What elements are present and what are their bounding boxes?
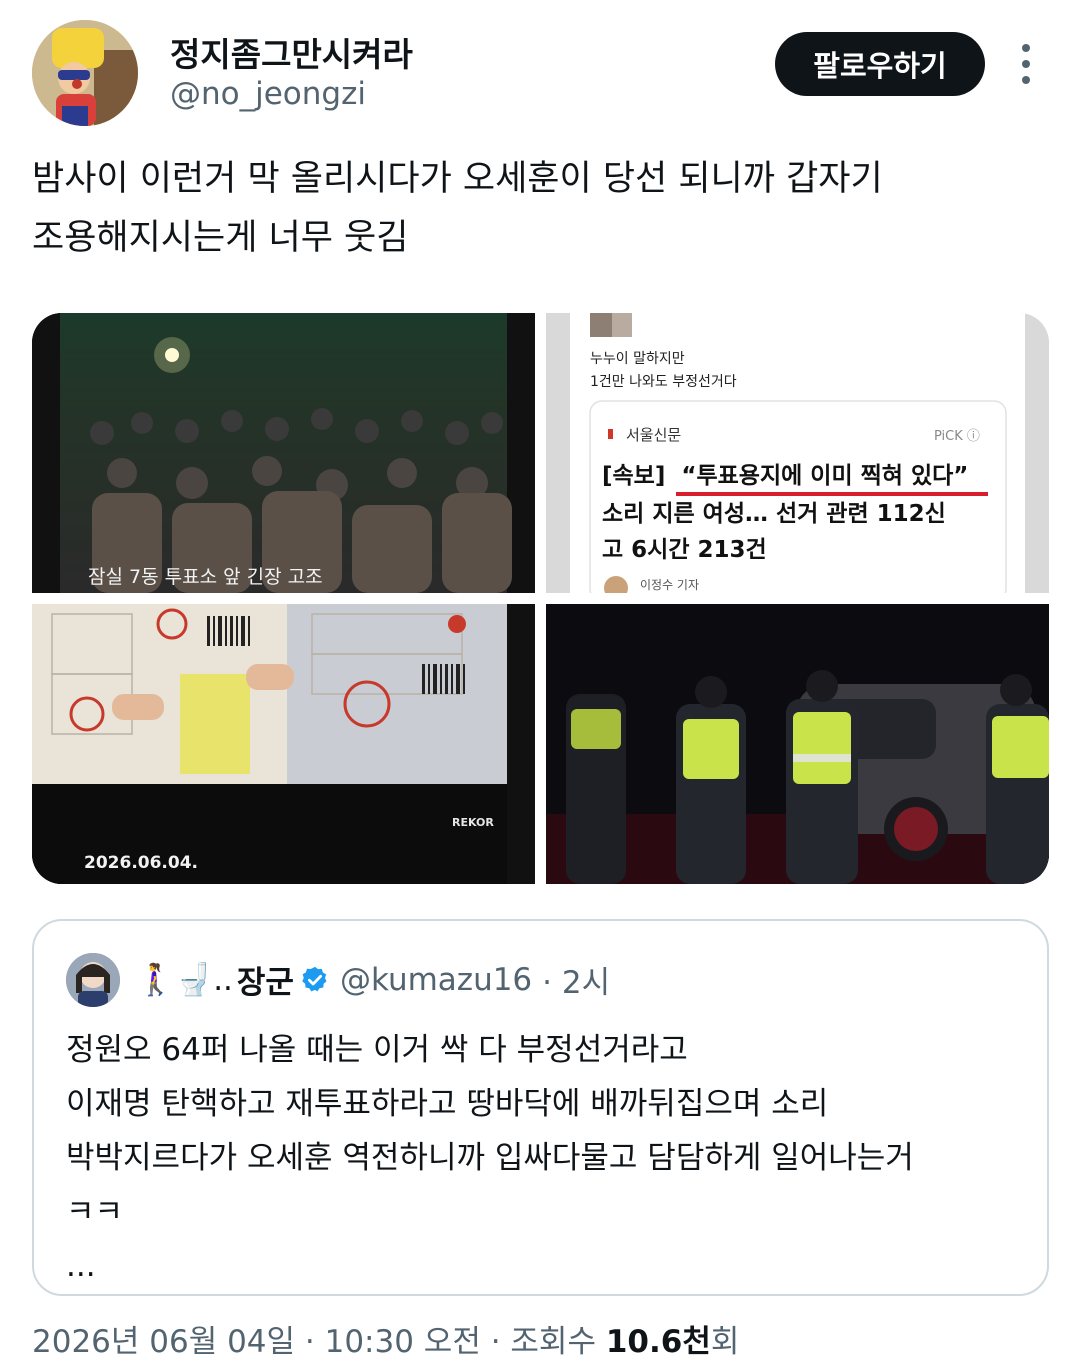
svg-text:[속보] “투표용지에 이미 찍혀 있다”: [속보] “투표용지에 이미 찍혀 있다” bbox=[602, 463, 968, 489]
view-count-suffix: 회 bbox=[710, 1324, 740, 1360]
follow-button[interactable]: 팔로우하기 bbox=[775, 32, 985, 96]
image-caption: 잠실 7동 투표소 앞 긴장 고조 bbox=[88, 566, 323, 588]
tweet-text: 밤사이 이런거 막 올리시다가 오세훈이 당선 되니까 갑자기 조용해지시는게 … bbox=[32, 150, 1042, 268]
verified-badge-icon bbox=[300, 965, 330, 995]
media-image-news-capture[interactable]: 누누이 말하지만 1건만 나와도 부정선거다 서울신문 PiCK ⓘ [속보] … bbox=[546, 313, 1049, 593]
media-image-crowd[interactable]: 잠실 7동 투표소 앞 긴장 고조 bbox=[32, 313, 535, 593]
media-image-police[interactable] bbox=[546, 604, 1049, 884]
quoted-tweet[interactable]: 🚶‍♀️🚽.. 장군 @kumazu16 · 2시 정원오 64퍼 나올 때는 … bbox=[32, 919, 1049, 1296]
media-image-ballots[interactable]: REKOR 2026.06.04. bbox=[32, 604, 535, 884]
news-headline-line: 고 6시간 213건 bbox=[602, 537, 767, 563]
news-pick-label: PiCK ⓘ bbox=[934, 429, 980, 444]
author-display-name[interactable]: 정지좀그만시켜라 bbox=[170, 28, 413, 76]
quote-text-line: ... bbox=[66, 1248, 96, 1284]
quote-text-line: 이재명 탄핵하고 재투표하라고 땅바닥에 배까뒤집으며 소리 bbox=[66, 1086, 829, 1122]
tweet-meta: 2026년 06월 04일 · 10:30 오전 · 조회수 10.6천회 bbox=[32, 1316, 739, 1361]
view-count: 10.6천 bbox=[605, 1324, 711, 1360]
quote-avatar[interactable] bbox=[66, 953, 120, 1007]
author-avatar[interactable] bbox=[32, 20, 138, 126]
news-post-line: 누누이 말하지만 bbox=[590, 351, 685, 367]
tweet-text-line: 밤사이 이런거 막 올리시다가 오세훈이 당선 되니까 갑자기 bbox=[32, 159, 883, 199]
rekor-logo: REKOR bbox=[452, 816, 494, 829]
quote-author-handle[interactable]: @kumazu16 bbox=[340, 962, 532, 998]
quote-time[interactable]: · 2시 bbox=[542, 957, 610, 1002]
news-post-line: 1건만 나와도 부정선거다 bbox=[590, 374, 737, 390]
image-date: 2026.06.04. bbox=[84, 853, 198, 873]
tweet-text-line: 조용해지시는게 너무 웃김 bbox=[32, 218, 409, 258]
quote-text-line: ㅋㅋ bbox=[66, 1194, 124, 1230]
news-headline-tag: [속보] bbox=[602, 463, 665, 489]
media-grid: 잠실 7동 투표소 앞 긴장 고조 누누이 말하지만 1건만 나와도 부정선거다… bbox=[32, 313, 1049, 884]
quote-header: 🚶‍♀️🚽.. 장군 @kumazu16 · 2시 bbox=[136, 957, 610, 1002]
news-headline-line: 소리 지른 여성… 선거 관련 112신 bbox=[602, 501, 946, 527]
news-headline-quote: “투표용지에 이미 찍혀 있다” bbox=[681, 463, 968, 489]
quote-text-line: 정원오 64퍼 나올 때는 이거 싹 다 부정선거라고 bbox=[66, 1032, 688, 1068]
tweet-datetime[interactable]: 2026년 06월 04일 · 10:30 오전 · 조회수 bbox=[32, 1324, 606, 1360]
quote-emoji: 🚶‍♀️🚽.. bbox=[136, 962, 233, 998]
more-icon[interactable] bbox=[1012, 40, 1040, 88]
news-reporter: 이정수 기자 bbox=[640, 578, 699, 592]
news-source: 서울신문 bbox=[626, 426, 681, 444]
quote-author-name[interactable]: 장군 bbox=[237, 957, 294, 1002]
quote-text: 정원오 64퍼 나올 때는 이거 싹 다 부정선거라고 이재명 탄핵하고 재투표… bbox=[66, 1023, 1026, 1293]
quote-text-line: 박박지르다가 오세훈 역전하니까 입싸다물고 담담하게 일어나는거 bbox=[66, 1140, 914, 1176]
author-handle[interactable]: @no_jeongzi bbox=[170, 76, 366, 112]
